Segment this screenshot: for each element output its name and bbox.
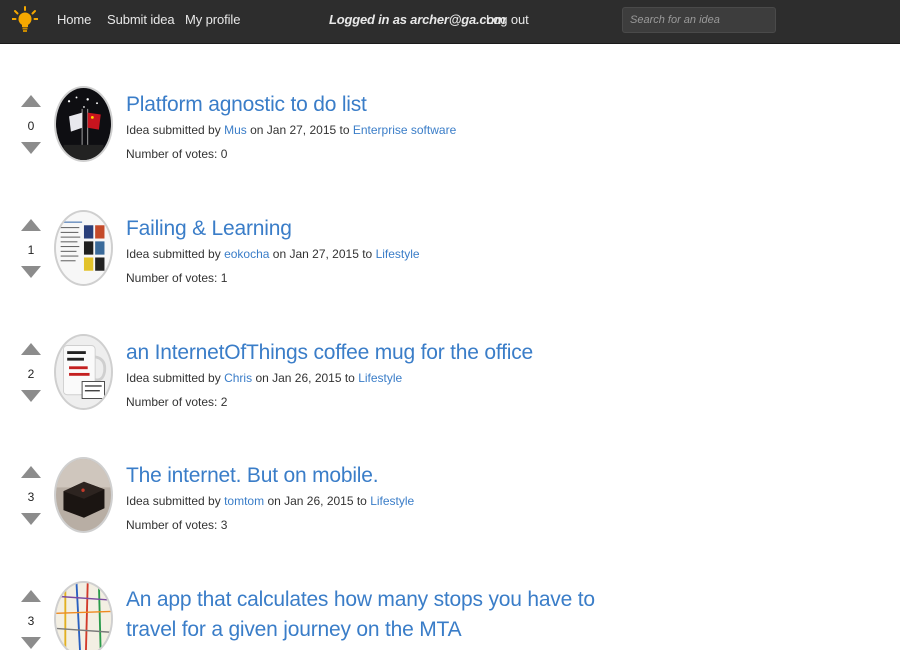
votes-label: Number of votes: 0: [126, 147, 228, 161]
idea-meta: Idea submitted by Mus on Jan 27, 2015 to…: [126, 123, 456, 137]
search-input[interactable]: [622, 7, 776, 33]
downvote-arrow-icon[interactable]: [21, 142, 41, 154]
idea-title-link[interactable]: Failing & Learning: [126, 214, 606, 244]
author-link[interactable]: Mus: [224, 123, 247, 137]
nav-submit-idea-link[interactable]: Submit idea: [107, 12, 175, 27]
idea-item: 3 The internet. But on mobile. Idea subm…: [0, 457, 900, 567]
upvote-arrow-icon[interactable]: [21, 95, 41, 107]
date-label: on Jan 26, 2015 to: [267, 494, 367, 508]
idea-item: 3 An app that calculates how many stops …: [0, 581, 900, 650]
vote-count: 0: [27, 119, 35, 133]
nav-my-profile-link[interactable]: My profile: [185, 12, 240, 27]
nav-home-link[interactable]: Home: [57, 12, 91, 27]
lightbulb-icon[interactable]: [12, 6, 38, 34]
upvote-arrow-icon[interactable]: [21, 343, 41, 355]
idea-thumbnail[interactable]: [54, 457, 113, 533]
upvote-arrow-icon[interactable]: [21, 466, 41, 478]
date-label: on Jan 27, 2015 to: [250, 123, 350, 137]
vote-count: 1: [27, 243, 35, 257]
vote-controls: 0: [19, 86, 43, 156]
date-label: on Jan 26, 2015 to: [255, 371, 355, 385]
upvote-arrow-icon[interactable]: [21, 219, 41, 231]
category-link[interactable]: Lifestyle: [376, 247, 420, 261]
votes-label: Number of votes: 3: [126, 518, 228, 532]
idea-thumbnail[interactable]: [54, 210, 113, 286]
downvote-arrow-icon[interactable]: [21, 390, 41, 402]
votes-label: Number of votes: 2: [126, 395, 228, 409]
top-navbar: Home Submit idea My profile Logged in as…: [0, 0, 900, 44]
author-link[interactable]: eokocha: [224, 247, 269, 261]
idea-item: 2 an InternetOfThings coffee mug for the…: [0, 334, 900, 444]
idea-title-link[interactable]: Platform agnostic to do list: [126, 90, 606, 120]
vote-count: 3: [27, 614, 35, 628]
idea-thumbnail[interactable]: [54, 334, 113, 410]
votes-label: Number of votes: 1: [126, 271, 228, 285]
idea-title-link[interactable]: The internet. But on mobile.: [126, 461, 606, 491]
downvote-arrow-icon[interactable]: [21, 513, 41, 525]
vote-controls: 2: [19, 334, 43, 404]
category-link[interactable]: Enterprise software: [353, 123, 456, 137]
category-link[interactable]: Lifestyle: [370, 494, 414, 508]
vote-count: 2: [27, 367, 35, 381]
vote-controls: 3: [19, 457, 43, 527]
category-link[interactable]: Lifestyle: [358, 371, 402, 385]
vote-controls: 3: [19, 581, 43, 650]
vote-controls: 1: [19, 210, 43, 280]
submitted-by-label: Idea submitted by: [126, 494, 221, 508]
date-label: on Jan 27, 2015 to: [272, 247, 373, 261]
submitted-by-label: Idea submitted by: [126, 123, 221, 137]
idea-title-link[interactable]: An app that calculates how many stops yo…: [126, 585, 606, 645]
idea-title-link[interactable]: an InternetOfThings coffee mug for the o…: [126, 338, 606, 368]
submitted-by-label: Idea submitted by: [126, 371, 221, 385]
idea-meta: Idea submitted by Chris on Jan 26, 2015 …: [126, 371, 402, 385]
idea-item: 0 Platform agnostic to do list Idea subm…: [0, 86, 900, 196]
idea-meta: Idea submitted by eokocha on Jan 27, 201…: [126, 247, 420, 261]
idea-thumbnail[interactable]: [54, 86, 113, 162]
idea-thumbnail[interactable]: [54, 581, 113, 650]
downvote-arrow-icon[interactable]: [21, 266, 41, 278]
idea-meta: Idea submitted by tomtom on Jan 26, 2015…: [126, 494, 414, 508]
logged-in-status: Logged in as archer@ga.com: [329, 12, 506, 27]
upvote-arrow-icon[interactable]: [21, 590, 41, 602]
nav-logout-link[interactable]: Log out: [486, 12, 529, 27]
author-link[interactable]: Chris: [224, 371, 252, 385]
author-link[interactable]: tomtom: [224, 494, 264, 508]
vote-count: 3: [27, 490, 35, 504]
submitted-by-label: Idea submitted by: [126, 247, 221, 261]
downvote-arrow-icon[interactable]: [21, 637, 41, 649]
idea-item: 1 Failing & Learning Idea submitted by e…: [0, 210, 900, 320]
